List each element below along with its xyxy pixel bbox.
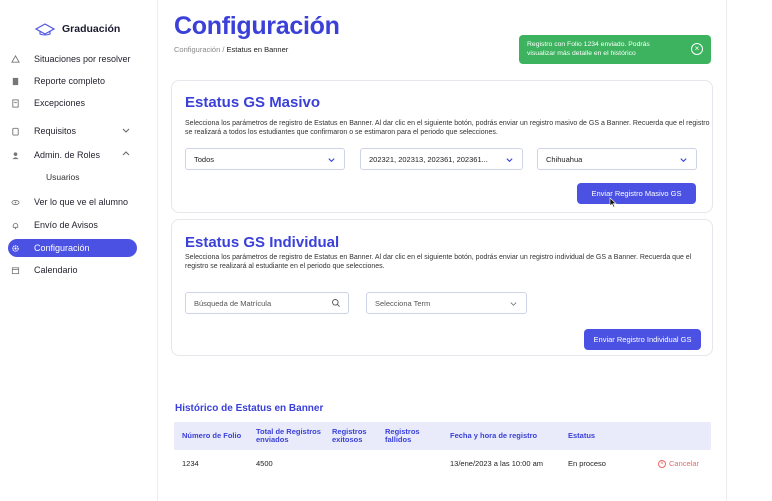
matricula-search-input[interactable]: Búsqueda de Matrícula bbox=[185, 292, 349, 314]
sidebar-item-label: Configuración bbox=[34, 243, 90, 253]
sidebar-item-requisitos[interactable]: Requisitos bbox=[8, 122, 137, 140]
breadcrumb: Configuración / Estatus en Banner bbox=[174, 45, 288, 54]
sidebar-item-ver-alumno[interactable]: Ver lo que ve el alumno bbox=[8, 193, 137, 211]
calendar-icon bbox=[10, 265, 20, 275]
send-individual-button[interactable]: Enviar Registro Individual GS bbox=[584, 329, 701, 350]
masivo-title: Estatus GS Masivo bbox=[185, 94, 321, 111]
individual-card: Estatus GS Individual Selecciona los par… bbox=[171, 219, 713, 356]
graduation-logo-icon bbox=[34, 23, 56, 36]
chevron-down-icon bbox=[680, 158, 687, 163]
eye-icon bbox=[10, 197, 20, 207]
sidebar-item-reporte[interactable]: Reporte completo bbox=[8, 72, 137, 90]
period-select-value: 202321, 202313, 202361, 202361... bbox=[369, 154, 488, 164]
sidebar-subitem-usuarios[interactable]: Usuarios bbox=[46, 172, 80, 182]
cell-estatus: En proceso bbox=[568, 459, 606, 468]
sidebar-item-calendario[interactable]: Calendario bbox=[8, 261, 137, 279]
term-select[interactable]: Selecciona Term bbox=[366, 292, 527, 314]
status-select-value: Todos bbox=[194, 154, 215, 164]
cancel-label: Cancelar bbox=[669, 459, 700, 468]
send-masivo-button[interactable]: Enviar Registro Masivo GS bbox=[577, 183, 696, 204]
cancel-button[interactable]: × Cancelar bbox=[658, 459, 699, 468]
sidebar-item-label: Reporte completo bbox=[34, 76, 106, 86]
document-icon bbox=[10, 76, 20, 86]
sidebar-item-label: Requisitos bbox=[34, 126, 77, 136]
column-header-total: Total de Registros enviados bbox=[256, 427, 321, 444]
masivo-card: Estatus GS Masivo Selecciona los parámet… bbox=[171, 80, 713, 213]
person-icon bbox=[10, 150, 20, 160]
cell-total: 4500 bbox=[256, 459, 273, 468]
success-toast: Registro con Folio 1234 enviado. Podrás … bbox=[519, 35, 711, 64]
column-header-fallidos: Registros fallidos bbox=[385, 427, 420, 444]
sidebar-item-configuracion[interactable]: Configuración bbox=[8, 239, 137, 257]
cancel-x-icon: × bbox=[658, 459, 666, 468]
status-select[interactable]: Todos bbox=[185, 148, 345, 170]
sidebar-item-label: Admin. de Roles bbox=[34, 150, 101, 160]
masivo-description: Selecciona los parámetros de registro de… bbox=[185, 120, 710, 136]
cell-folio: 1234 bbox=[182, 459, 199, 468]
search-placeholder: Búsqueda de Matrícula bbox=[194, 298, 272, 308]
breadcrumb-current: Estatus en Banner bbox=[226, 45, 289, 54]
chevron-down-icon bbox=[506, 158, 513, 163]
toast-message: Registro con Folio 1234 enviado. Podrás … bbox=[527, 41, 650, 57]
content-divider bbox=[726, 0, 727, 501]
history-title: Histórico de Estatus en Banner bbox=[175, 403, 324, 414]
sidebar-item-roles[interactable]: Admin. de Roles bbox=[8, 146, 137, 164]
column-header-fecha: Fecha y hora de registro bbox=[450, 431, 538, 440]
individual-title: Estatus GS Individual bbox=[185, 234, 340, 251]
brand-label: Graduación bbox=[62, 23, 121, 35]
history-table-header: Número de Folio Total de Registros envia… bbox=[174, 422, 711, 450]
gear-icon bbox=[10, 243, 20, 253]
page-title: Configuración bbox=[174, 12, 340, 40]
campus-select[interactable]: Chihuahua bbox=[537, 148, 697, 170]
clipboard-icon bbox=[10, 126, 20, 136]
sidebar-divider bbox=[157, 0, 158, 501]
file-icon bbox=[10, 98, 20, 108]
sidebar-item-excepciones[interactable]: Excepciones bbox=[8, 94, 137, 112]
close-icon[interactable]: × bbox=[691, 43, 703, 55]
sidebar-item-label: Excepciones bbox=[34, 98, 86, 108]
sidebar-item-label: Situaciones por resolver bbox=[34, 54, 131, 64]
individual-description: Selecciona los parámetros de registro de… bbox=[185, 254, 692, 270]
search-icon bbox=[332, 299, 340, 307]
sidebar: Graduación Situaciones por resolver Repo… bbox=[0, 0, 148, 501]
mouse-cursor-icon bbox=[609, 197, 617, 208]
chevron-down-icon bbox=[510, 302, 517, 306]
term-select-placeholder: Selecciona Term bbox=[375, 298, 431, 308]
chevron-down-icon bbox=[328, 158, 335, 163]
chevron-up-icon[interactable] bbox=[121, 149, 131, 159]
cell-fecha: 13/ene/2023 a las 10:00 am bbox=[450, 459, 543, 468]
sidebar-item-situaciones[interactable]: Situaciones por resolver bbox=[8, 50, 137, 68]
sidebar-item-label: Calendario bbox=[34, 265, 78, 275]
column-header-folio: Número de Folio bbox=[182, 431, 242, 440]
period-select[interactable]: 202321, 202313, 202361, 202361... bbox=[360, 148, 523, 170]
column-header-exitosos: Registros exitosos bbox=[332, 427, 367, 444]
chevron-down-icon[interactable] bbox=[121, 125, 131, 135]
sidebar-item-label: Ver lo que ve el alumno bbox=[34, 197, 129, 207]
sidebar-item-label: Envío de Avisos bbox=[34, 220, 98, 230]
breadcrumb-root[interactable]: Configuración bbox=[174, 45, 220, 54]
brand: Graduación bbox=[34, 22, 120, 36]
bell-icon bbox=[10, 220, 20, 230]
sidebar-item-avisos[interactable]: Envío de Avisos bbox=[8, 216, 137, 234]
campus-select-value: Chihuahua bbox=[546, 154, 583, 164]
alert-icon bbox=[10, 54, 20, 64]
column-header-estatus: Estatus bbox=[568, 431, 596, 440]
